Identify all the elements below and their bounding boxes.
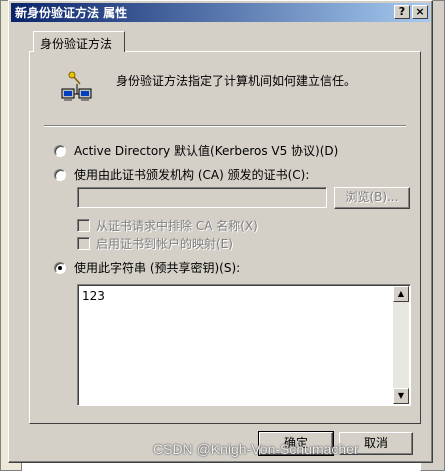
- close-button[interactable]: ×: [412, 5, 428, 19]
- certificate-radio[interactable]: [54, 168, 66, 181]
- certificate-field: [77, 187, 327, 208]
- browse-button: 浏览(B)...: [334, 187, 410, 209]
- scroll-down-icon[interactable]: ▼: [393, 388, 409, 404]
- exclude-ca-checkbox: [77, 219, 90, 232]
- psk-value: 123: [82, 289, 105, 303]
- map-cert-checkbox: [77, 237, 90, 250]
- map-cert-label: 启用证书到帐户的映射(E): [96, 237, 233, 251]
- tab-authentication-method[interactable]: 身份验证方法: [33, 31, 125, 52]
- help-button[interactable]: ?: [394, 5, 410, 19]
- kerberos-radio[interactable]: [54, 144, 66, 157]
- certificate-label: 使用由此证书颁发机构 (CA) 颁发的证书(C):: [74, 168, 310, 182]
- map-cert-option: 启用证书到帐户的映射(E): [77, 235, 233, 252]
- section-divider: [44, 125, 406, 127]
- psk-option[interactable]: 使用此字符串 (预共享密钥)(S):: [54, 259, 240, 276]
- info-description: 身份验证方法指定了计算机间如何建立信任。: [116, 74, 357, 88]
- kerberos-label: Active Directory 默认值(Kerberos V5 协议)(D): [74, 144, 339, 158]
- scroll-up-icon[interactable]: ▲: [393, 286, 409, 302]
- tab-panel: 身份验证方法指定了计算机间如何建立信任。 Active Directory 默认…: [29, 51, 421, 424]
- title-bar[interactable]: 新身份验证方法 属性 ? ×: [11, 3, 430, 22]
- certificate-option[interactable]: 使用由此证书颁发机构 (CA) 颁发的证书(C):: [54, 166, 309, 183]
- kerberos-option[interactable]: Active Directory 默认值(Kerberos V5 协议)(D): [54, 142, 338, 159]
- network-auth-icon: [61, 71, 92, 101]
- watermark: CSDN @Knigh-Von-Schumacher: [153, 441, 359, 457]
- psk-label: 使用此字符串 (预共享密钥)(S):: [74, 261, 241, 275]
- properties-dialog: 新身份验证方法 属性 ? × 身份验证方法 身份验证方法指定了计算机间如何建立信…: [8, 0, 433, 463]
- window-title: 新身份验证方法 属性: [15, 6, 128, 20]
- exclude-ca-label: 从证书请求中排除 CA 名称(X): [96, 219, 258, 233]
- psk-radio[interactable]: [54, 261, 66, 274]
- psk-textarea[interactable]: 123 ▲ ▼: [77, 284, 411, 406]
- vertical-scrollbar[interactable]: ▲ ▼: [393, 286, 409, 404]
- exclude-ca-option: 从证书请求中排除 CA 名称(X): [77, 217, 258, 234]
